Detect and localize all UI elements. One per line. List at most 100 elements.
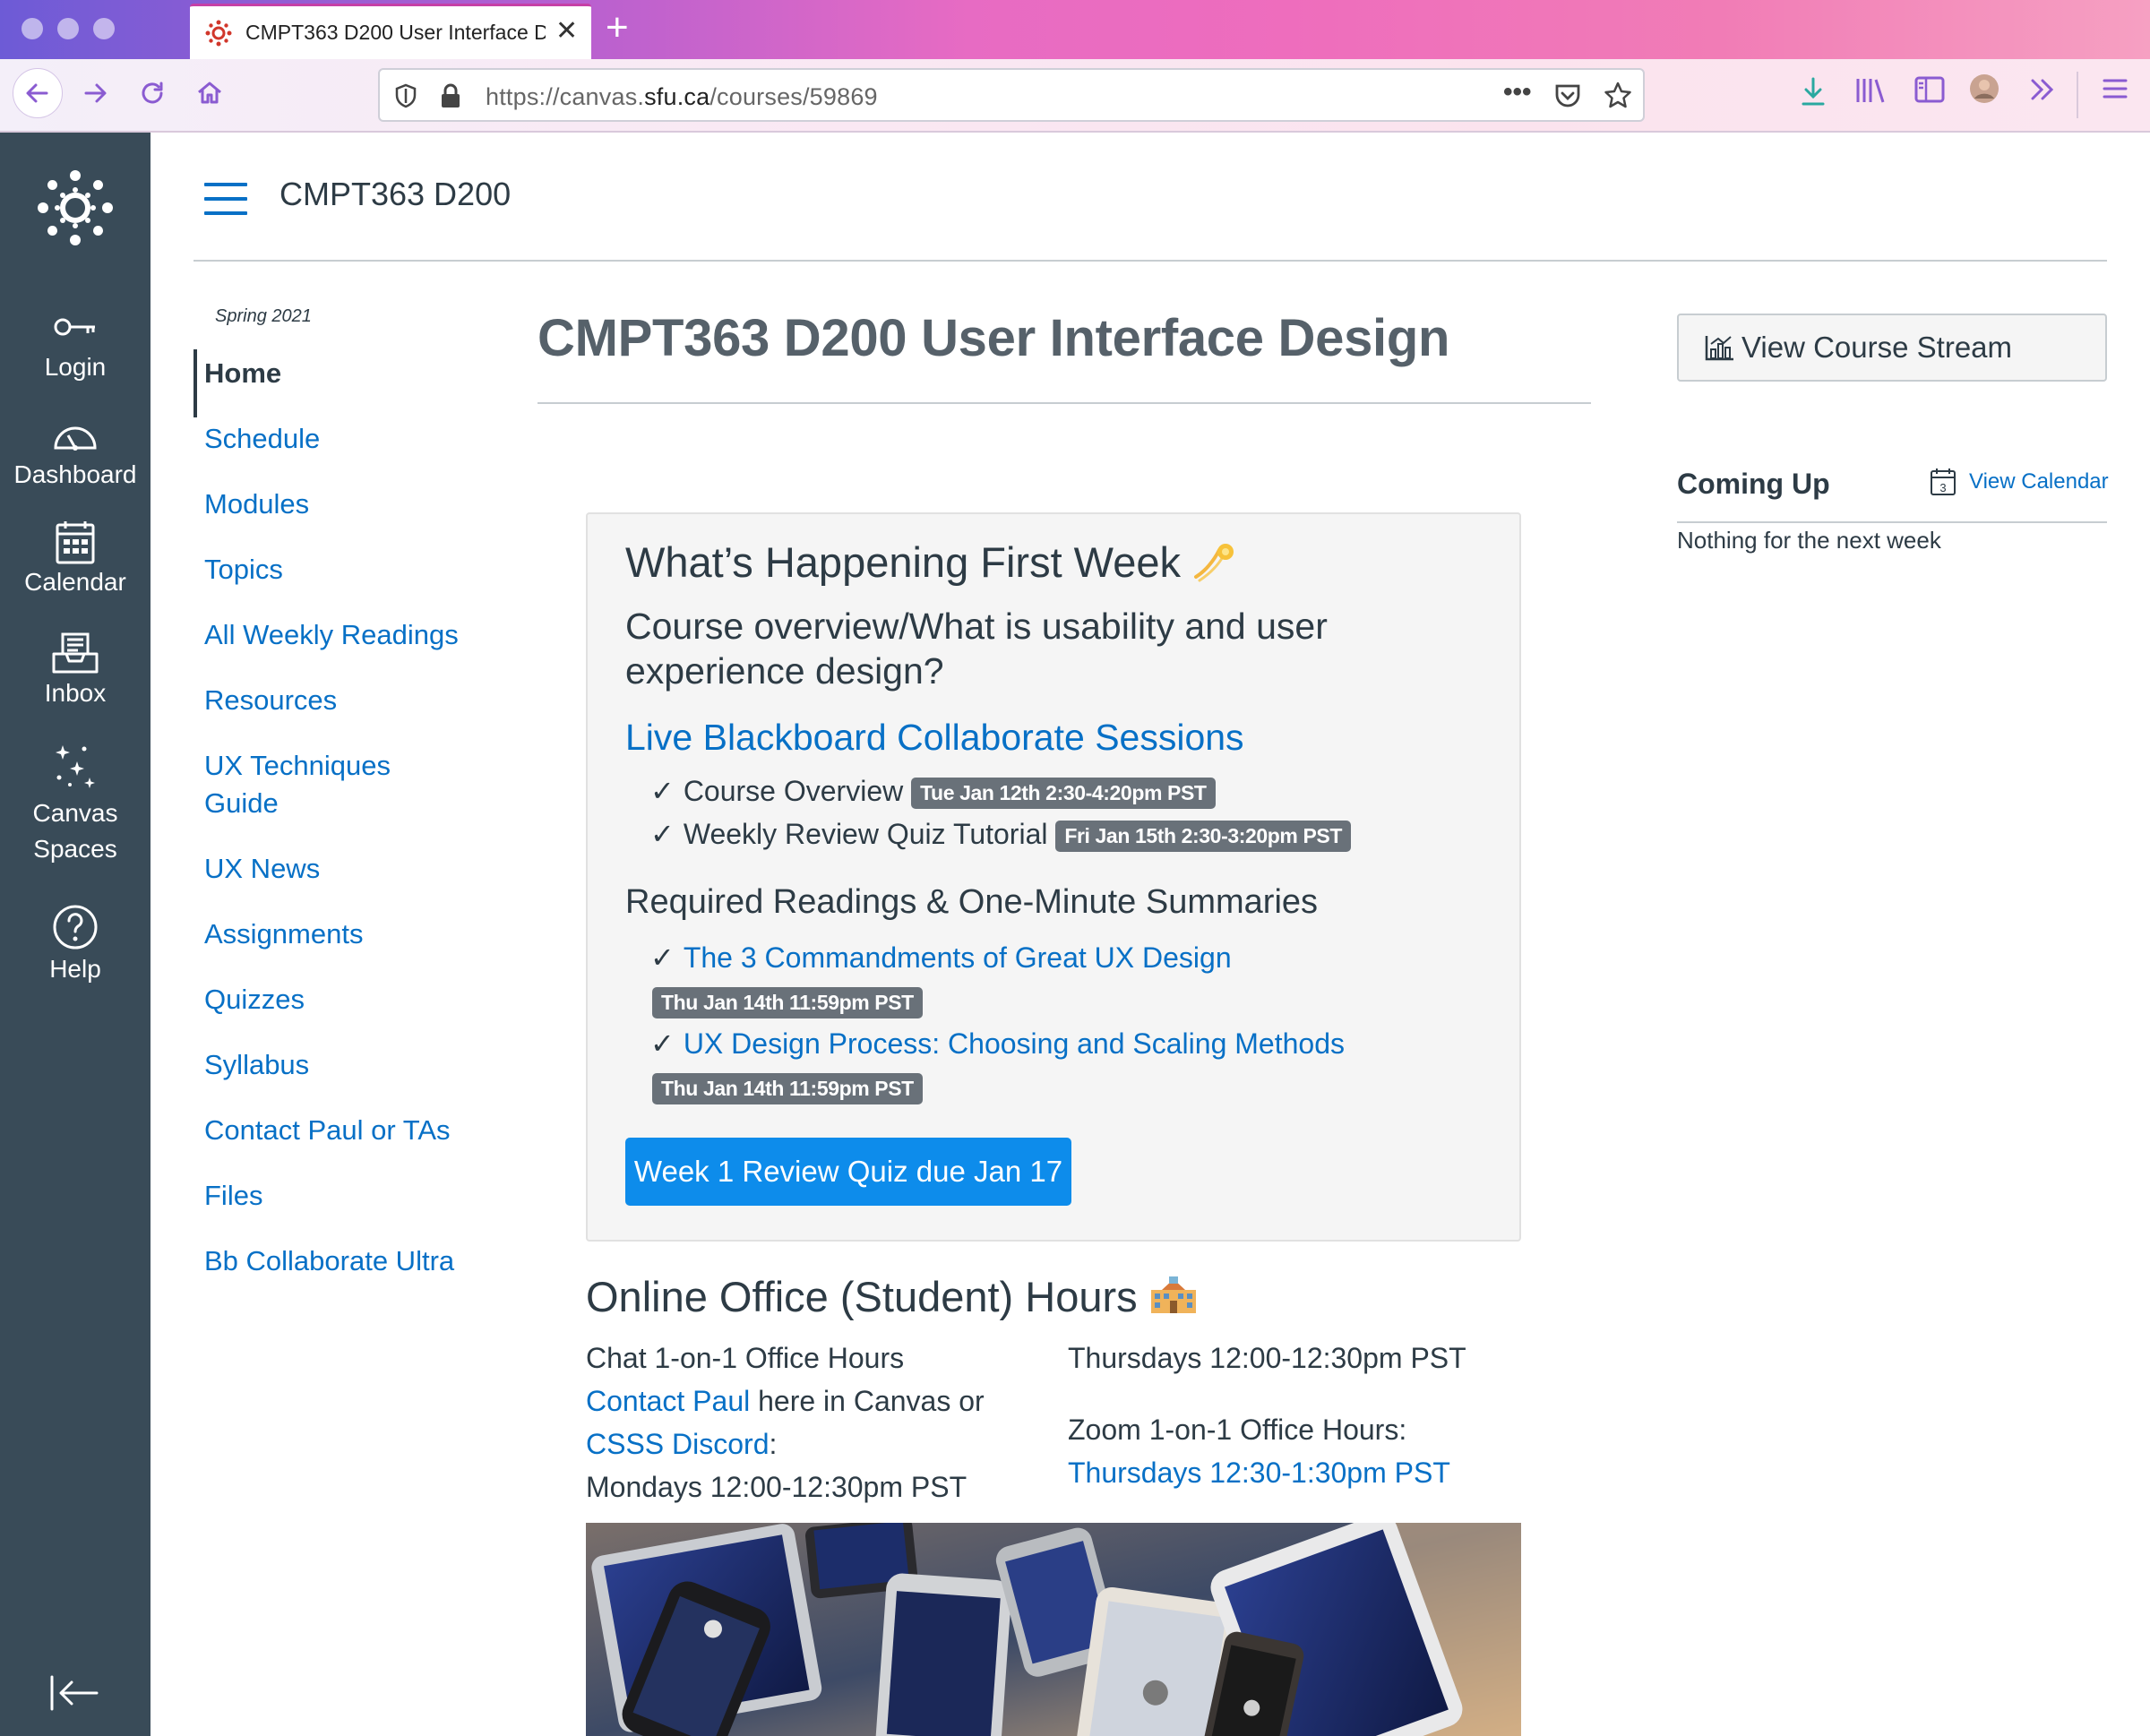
back-button[interactable]: [13, 68, 63, 118]
collapse-nav-icon[interactable]: [48, 1673, 102, 1713]
course-navigation: Home Schedule Modules Topics All Weekly …: [194, 349, 498, 1308]
coming-up-empty: Nothing for the next week: [1677, 527, 1941, 554]
course-nav-topics[interactable]: Topics: [194, 551, 498, 589]
coming-up-divider: [1677, 521, 2107, 523]
browser-tab[interactable]: CMPT363 D200 User Interface Design ✕: [190, 4, 591, 59]
contact-paul-link[interactable]: Contact Paul: [586, 1385, 750, 1417]
reading-due: Thu Jan 14th 11:59pm PST: [652, 987, 923, 1018]
discord-line: CSSS Discord:: [586, 1428, 778, 1460]
help-icon: [53, 905, 98, 950]
course-nav-all-weekly-readings[interactable]: All Weekly Readings: [194, 616, 498, 654]
csss-discord-link[interactable]: CSSS Discord: [586, 1428, 770, 1460]
course-nav-home[interactable]: Home: [194, 349, 498, 417]
sparkle-icon: [56, 745, 95, 788]
course-nav-ux-techniques-guide[interactable]: UX Techniques Guide: [194, 747, 408, 822]
window-minimize-dot[interactable]: [57, 18, 79, 39]
global-nav-label: Calendar: [24, 568, 126, 596]
zoom-hours-label: Zoom 1-on-1 Office Hours:: [1068, 1414, 1407, 1446]
overflow-chevrons-icon[interactable]: [2028, 75, 2057, 104]
url-text[interactable]: https://canvas.sfu.ca/courses/59869: [486, 83, 878, 111]
library-icon[interactable]: [1854, 75, 1887, 106]
view-course-stream-button[interactable]: View Course Stream: [1677, 314, 2107, 382]
course-nav-files[interactable]: Files: [194, 1177, 498, 1215]
calendar-day-icon: 3: [1931, 468, 1956, 495]
course-nav-assignments[interactable]: Assignments: [194, 915, 498, 953]
profile-avatar-icon[interactable]: [1969, 73, 2000, 104]
global-nav-inbox[interactable]: Inbox: [0, 631, 150, 711]
new-tab-button[interactable]: +: [606, 5, 629, 50]
stream-chart-icon: [1705, 336, 1733, 361]
week1-quiz-button[interactable]: Week 1 Review Quiz due Jan 17: [625, 1138, 1071, 1206]
bookmark-star-icon[interactable]: [1604, 81, 1632, 109]
reload-button[interactable]: [131, 72, 174, 115]
live-sessions-link[interactable]: Live Blackboard Collaborate Sessions: [625, 717, 1244, 759]
course-nav-contact[interactable]: Contact Paul or TAs: [194, 1112, 498, 1149]
canvas-logo-icon[interactable]: [36, 168, 115, 247]
global-nav-login[interactable]: Login: [0, 305, 150, 385]
course-nav-ux-news[interactable]: UX News: [194, 850, 498, 888]
global-nav-label: Help: [49, 955, 101, 983]
school-building-icon: [1150, 1276, 1196, 1313]
global-nav-dashboard[interactable]: Dashboard: [0, 412, 150, 493]
course-nav-syllabus[interactable]: Syllabus: [194, 1046, 498, 1084]
view-calendar-label: View Calendar: [1969, 469, 2109, 494]
calendar-icon: [56, 521, 95, 564]
zoom-hours-link[interactable]: Thursdays 12:30-1:30pm PST: [1068, 1457, 1450, 1490]
global-nav-canvas-spaces[interactable]: Canvas Spaces: [0, 742, 150, 867]
view-course-stream-label: View Course Stream: [1742, 331, 2013, 364]
address-bar[interactable]: https://canvas.sfu.ca/courses/59869 •••: [378, 68, 1645, 122]
view-calendar-link[interactable]: 3 View Calendar: [1930, 468, 2109, 496]
course-nav-quizzes[interactable]: Quizzes: [194, 981, 498, 1018]
home-button[interactable]: [188, 72, 231, 115]
contact-line: Contact Paul here in Canvas or: [586, 1385, 985, 1417]
course-nav-resources[interactable]: Resources: [194, 682, 498, 719]
coming-up-heading: Coming Up: [1677, 468, 1830, 500]
date-badge: Thu Jan 14th 11:59pm PST: [652, 987, 923, 1018]
reading-due: Thu Jan 14th 11:59pm PST: [652, 1073, 923, 1104]
course-nav-bb-collaborate[interactable]: Bb Collaborate Ultra: [194, 1242, 498, 1280]
shield-icon[interactable]: [392, 82, 419, 109]
course-menu-toggle[interactable]: [204, 183, 247, 215]
reading-link[interactable]: The 3 Commandments of Great UX Design: [684, 941, 1232, 974]
tab-close-icon[interactable]: ✕: [555, 15, 578, 47]
svg-text:3: 3: [1939, 481, 1946, 494]
breadcrumb-course[interactable]: CMPT363 D200: [280, 176, 511, 213]
reading-item: ✓ UX Design Process: Choosing and Scaling…: [650, 1027, 1345, 1060]
course-nav-schedule[interactable]: Schedule: [194, 420, 498, 458]
window-close-dot[interactable]: [22, 18, 43, 39]
date-badge: Fri Jan 15th 2:30-3:20pm PST: [1055, 821, 1351, 853]
chat-hours-label: Chat 1-on-1 Office Hours: [586, 1342, 905, 1374]
forward-button[interactable]: [73, 72, 116, 115]
thursday-hours: Thursdays 12:00-12:30pm PST: [1068, 1342, 1466, 1374]
reading-item: ✓ The 3 Commandments of Great UX Design: [650, 941, 1232, 974]
global-nav-label: Login: [44, 353, 107, 381]
speedometer-icon: [54, 426, 97, 451]
session-item: ✓ Weekly Review Quiz Tutorial Fri Jan 15t…: [650, 817, 1351, 853]
office-hours-heading: Online Office (Student) Hours: [586, 1272, 1198, 1321]
window-zoom-dot[interactable]: [93, 18, 115, 39]
devices-photo-image: [586, 1523, 1521, 1736]
global-nav-label: Dashboard: [13, 460, 137, 488]
tab-title: CMPT363 D200 User Interface Design: [245, 21, 546, 44]
lock-icon[interactable]: [439, 82, 462, 109]
global-nav-calendar[interactable]: Calendar: [0, 520, 150, 600]
devices-photo: [586, 1523, 1521, 1736]
sidebar-icon[interactable]: [1914, 75, 1946, 104]
pocket-icon[interactable]: [1553, 82, 1582, 109]
course-nav-modules[interactable]: Modules: [194, 486, 498, 523]
page-actions-icon[interactable]: •••: [1503, 77, 1532, 107]
global-nav-help[interactable]: Help: [0, 903, 150, 987]
browser-tab-bar: CMPT363 D200 User Interface Design ✕ +: [0, 0, 2150, 59]
reading-link[interactable]: UX Design Process: Choosing and Scaling …: [684, 1027, 1345, 1060]
hamburger-menu-icon[interactable]: [2102, 75, 2128, 102]
download-icon[interactable]: [1799, 75, 1828, 107]
arrow-right-icon: [84, 83, 107, 103]
browser-toolbar: https://canvas.sfu.ca/courses/59869 •••: [0, 59, 2150, 133]
date-badge: Tue Jan 12th 2:30-4:20pm PST: [911, 778, 1216, 810]
date-badge: Thu Jan 14th 11:59pm PST: [652, 1073, 923, 1104]
week-heading: What’s Happening First Week: [625, 537, 1237, 587]
first-week-panel: What’s Happening First Week Course overv…: [586, 512, 1521, 1242]
week-subheading: Course overview/What is usability and us…: [625, 606, 1328, 692]
inbox-icon: [52, 632, 99, 674]
reload-icon: [142, 82, 163, 104]
